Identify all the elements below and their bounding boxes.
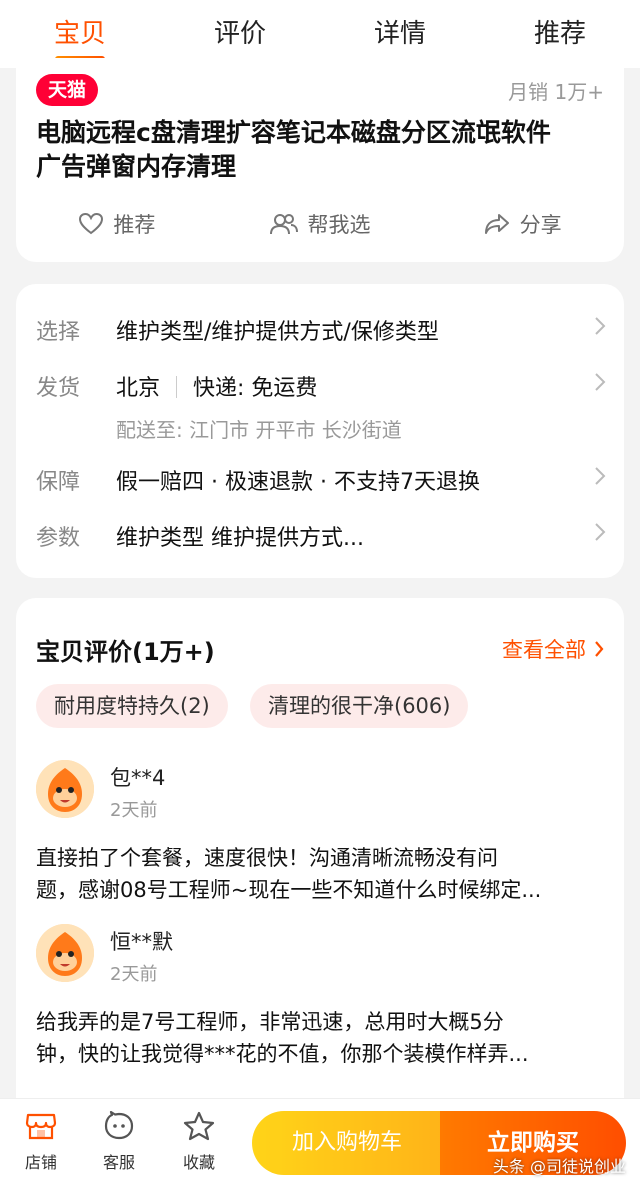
review-text-line: 题，感谢08号工程师~现在一些不知道什么时候绑定... (36, 878, 542, 902)
reviews-header: 宝贝评价(1万+) (36, 638, 215, 666)
shop-icon (25, 1113, 57, 1140)
review-text-line: 钟，快的让我觉得***花的不值，你那个装模作样弄... (36, 1042, 529, 1066)
help-choose-button[interactable]: 帮我选 (219, 204, 422, 244)
review-text[interactable]: 给我弄的是7号工程师，非常迅速，总用时大概5分 钟，快的让我觉得***花的不值，… (36, 1006, 608, 1070)
review-text[interactable]: 直接拍了个套餐，速度很快！沟通清晰流畅没有问 题，感谢08号工程师~现在一些不知… (36, 842, 608, 906)
bottom-action-bar: 店铺 客服 收藏 加入购物车 立即购买 头条 @司徒说创业 (0, 1098, 640, 1189)
product-title: 电脑远程c盘清理扩容笔记本磁盘分区流氓软件 广告弹窗内存清理 (36, 116, 608, 184)
shipping-row[interactable]: 发货 北京 快递: 免运费 配送至: 江门市 开平市 长沙街道 (16, 370, 624, 450)
chevron-right-icon (595, 373, 606, 391)
review-text-line: 直接拍了个套餐，速度很快！沟通清晰流畅没有问 (36, 846, 498, 870)
heart-icon (79, 213, 104, 235)
shipping-label: 发货 (36, 376, 81, 401)
monthly-sales: 月销 1万+ (508, 80, 604, 104)
watermark: 头条 @司徒说创业 (492, 1157, 626, 1176)
people-icon (269, 214, 298, 235)
guarantee-label: 保障 (36, 470, 81, 495)
shipping-value: 北京 快递: 免运费 (116, 370, 317, 402)
divider (176, 376, 178, 398)
see-all-link[interactable]: 查看全部 (502, 634, 604, 664)
add-to-cart-button[interactable]: 加入购物车 (252, 1111, 442, 1175)
share-button[interactable]: 分享 (421, 204, 624, 244)
params-row[interactable]: 参数 维护类型 维护提供方式... (16, 520, 624, 560)
chevron-right-icon (595, 467, 606, 485)
shop-label: 店铺 (24, 1153, 57, 1172)
chevron-right-icon (595, 523, 606, 541)
customer-service-button[interactable]: 客服 (84, 1110, 154, 1173)
shop-button[interactable]: 店铺 (6, 1111, 76, 1173)
star-icon (183, 1111, 215, 1141)
select-row[interactable]: 选择 维护类型/维护提供方式/保修类型 (16, 314, 624, 354)
review-tag[interactable]: 清理的很干净(606) (250, 684, 469, 728)
guarantee-row[interactable]: 保障 假一赔四 · 极速退款 · 不支持7天退换 (16, 464, 624, 504)
avatar[interactable] (36, 760, 94, 818)
deliver-to: 配送至: 江门市 开平市 长沙街道 (116, 418, 402, 442)
review-time: 2天前 (110, 800, 158, 821)
select-label: 选择 (36, 320, 81, 345)
guarantee-value: 假一赔四 · 极速退款 · 不支持7天退换 (116, 470, 480, 495)
params-label: 参数 (36, 526, 81, 551)
recommend-button[interactable]: 推荐 (16, 204, 219, 244)
service-label: 客服 (102, 1153, 135, 1172)
chat-face-icon (104, 1110, 134, 1140)
share-label: 分享 (519, 213, 562, 237)
favorite-button[interactable]: 收藏 (164, 1111, 234, 1173)
review-tag[interactable]: 耐用度特持久(2) (36, 684, 228, 728)
review-username: 恒**默 (110, 930, 173, 954)
favorite-label: 收藏 (182, 1153, 215, 1172)
avatar[interactable] (36, 924, 94, 982)
review-username: 包**4 (110, 766, 166, 790)
product-title-line: 广告弹窗内存清理 (36, 152, 237, 181)
review-text-line: 给我弄的是7号工程师，非常迅速，总用时大概5分 (36, 1010, 504, 1034)
avatar-mascot-icon (36, 760, 94, 818)
chevron-right-icon (595, 317, 606, 335)
help-choose-label: 帮我选 (307, 213, 371, 237)
avatar-mascot-icon (36, 924, 94, 982)
product-actions: 推荐 帮我选 分享 (16, 204, 624, 244)
share-icon (484, 214, 509, 234)
product-info-card: 选择 维护类型/维护提供方式/保修类型 发货 北京 快递: 免运费 配送至: 江门… (16, 284, 624, 578)
reviews-card: 宝贝评价(1万+) 查看全部 耐用度特持久(2) 清理的很干净(606) 包**… (16, 598, 624, 1118)
see-all-label: 查看全部 (502, 638, 586, 662)
ship-city: 北京 (116, 376, 161, 401)
params-value: 维护类型 维护提供方式... (116, 526, 364, 551)
ship-express: 快递: 免运费 (193, 376, 318, 401)
chevron-right-icon (595, 641, 604, 657)
recommend-label: 推荐 (113, 213, 156, 237)
product-title-line: 电脑远程c盘清理扩容笔记本磁盘分区流氓软件 (36, 118, 551, 147)
review-time: 2天前 (110, 964, 158, 985)
select-value: 维护类型/维护提供方式/保修类型 (116, 320, 439, 345)
tmall-badge: 天猫 (36, 74, 99, 106)
product-title-card: 天猫 月销 1万+ 电脑远程c盘清理扩容笔记本磁盘分区流氓软件 广告弹窗内存清理… (16, 58, 624, 262)
